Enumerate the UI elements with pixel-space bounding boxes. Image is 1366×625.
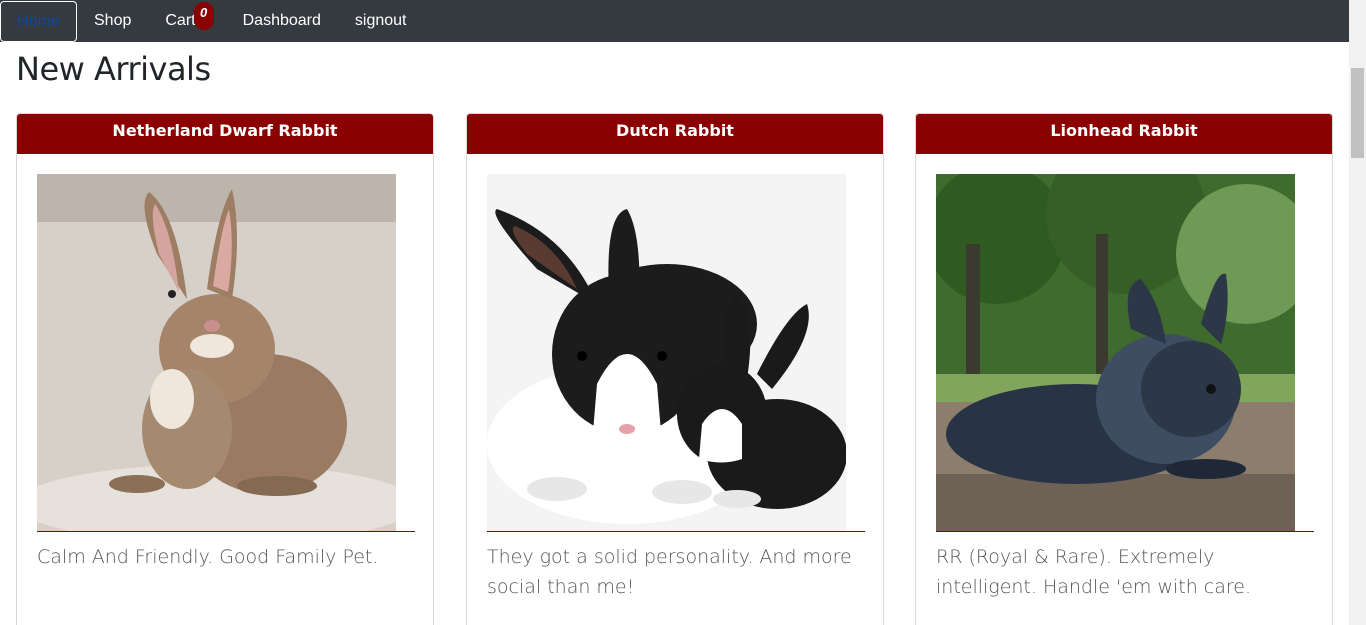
nav-dashboard-link[interactable]: Dashboard bbox=[226, 0, 338, 42]
card-divider bbox=[936, 531, 1314, 532]
nav-cart-link[interactable]: Cart 0 bbox=[148, 0, 225, 42]
product-card[interactable]: Netherland Dwarf Rabbit Calm And Friendl… bbox=[16, 113, 434, 625]
card-divider bbox=[37, 531, 415, 532]
product-card-description: Calm And Friendly. Good Family Pet. bbox=[37, 546, 379, 568]
page-scrollbar[interactable] bbox=[1349, 0, 1366, 625]
cart-count-badge: 0 bbox=[193, 2, 214, 30]
nav-signout-link[interactable]: signout bbox=[338, 0, 424, 42]
product-card-title: Lionhead Rabbit bbox=[916, 114, 1332, 154]
scrollbar-thumb[interactable] bbox=[1351, 68, 1364, 158]
lionhead-rabbit-photo bbox=[936, 174, 1295, 532]
product-card-description: RR (Royal & Rare). Extremely intelligent… bbox=[936, 546, 1252, 598]
page: Home Shop Cart 0 Dashboard signout New A… bbox=[0, 0, 1366, 625]
nav-shop-link[interactable]: Shop bbox=[77, 0, 148, 42]
product-card-description: They got a solid personality. And more s… bbox=[487, 546, 852, 598]
nav-dashboard-label: Dashboard bbox=[242, 12, 321, 29]
product-card-title: Netherland Dwarf Rabbit bbox=[17, 114, 433, 154]
page-title: New Arrivals bbox=[16, 50, 211, 88]
card-divider bbox=[487, 531, 865, 532]
dutch-rabbit-photo bbox=[487, 174, 846, 532]
product-card[interactable]: Dutch Rabbit They got a solid personalit… bbox=[466, 113, 884, 625]
nav-home-link[interactable]: Home bbox=[0, 1, 77, 42]
netherland-dwarf-rabbit-photo bbox=[37, 174, 396, 532]
nav-cart-label: Cart bbox=[165, 12, 196, 29]
product-card[interactable]: Lionhead Rabbit RR (Royal & Rare). Extre… bbox=[915, 113, 1333, 625]
nav-shop-label: Shop bbox=[94, 12, 132, 29]
nav-home-label: Home bbox=[17, 12, 60, 30]
navbar: Home Shop Cart 0 Dashboard signout bbox=[0, 0, 1349, 42]
product-card-title: Dutch Rabbit bbox=[467, 114, 883, 154]
nav-signout-label: signout bbox=[354, 12, 407, 29]
